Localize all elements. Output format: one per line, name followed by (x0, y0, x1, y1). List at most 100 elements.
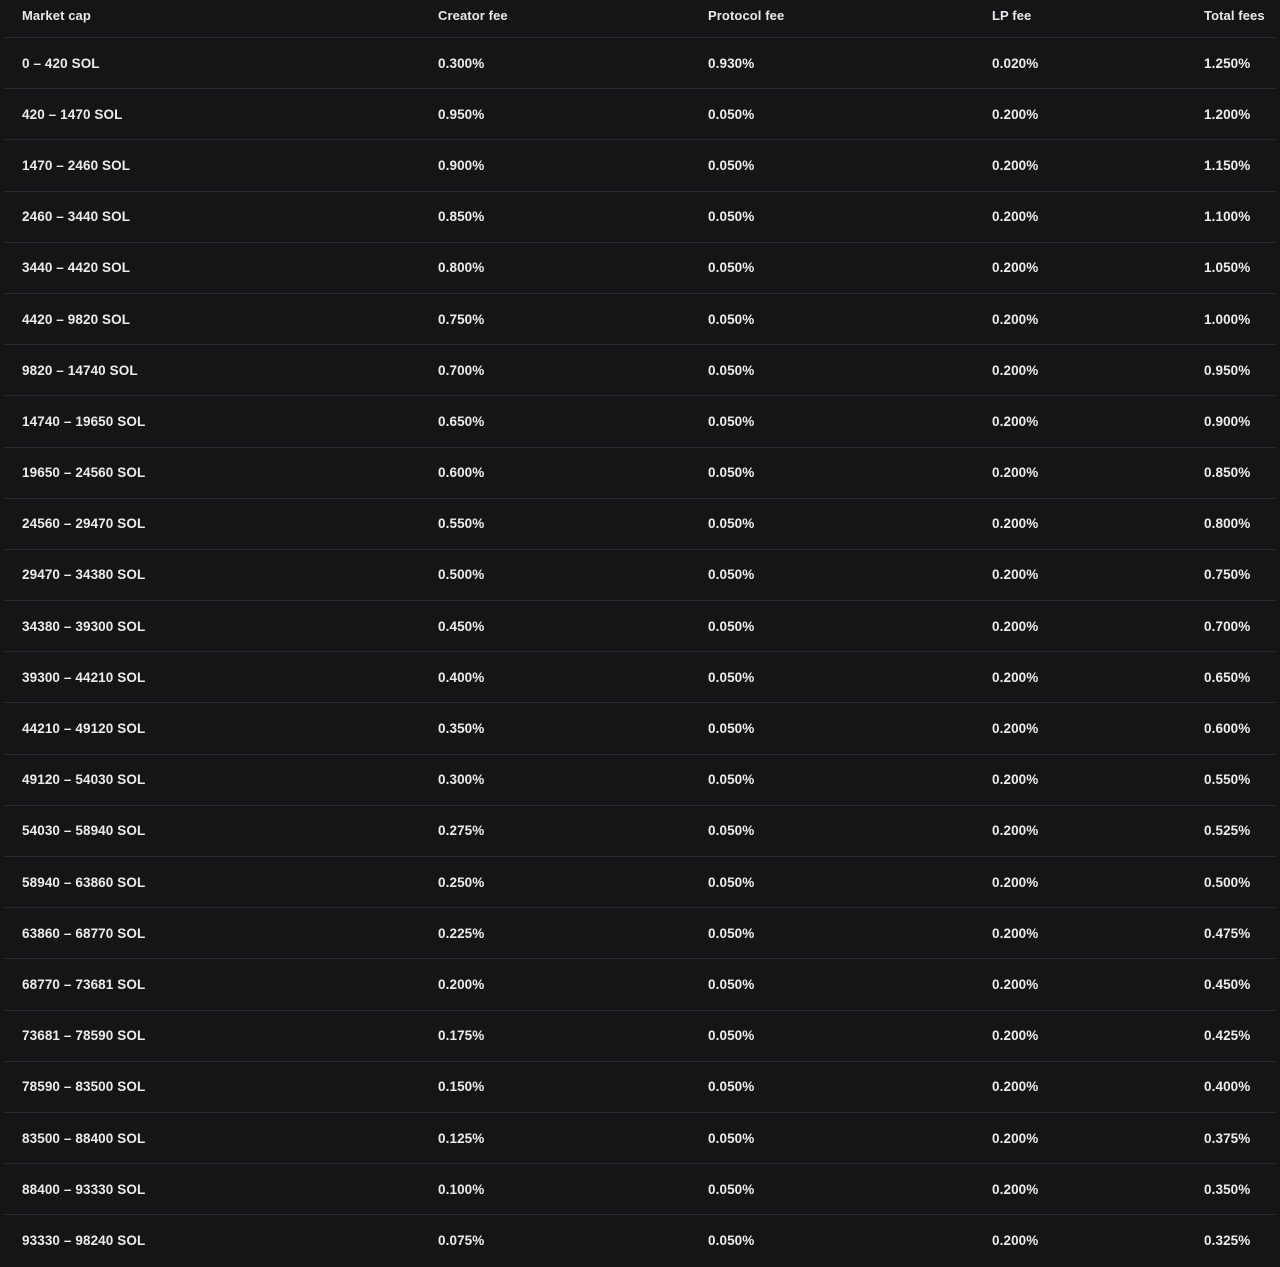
creator-fee-cell: 0.450% (438, 618, 485, 634)
lp-fee-cell: 0.200% (992, 1028, 1039, 1044)
market-cap-cell: 29470 – 34380 SOL (22, 567, 146, 583)
protocol-fee-cell: 0.050% (708, 1181, 755, 1197)
creator-fee-cell: 0.350% (438, 721, 485, 737)
total-fees-cell: 0.700% (1204, 618, 1251, 634)
creator-fee-cell: 0.100% (438, 1181, 485, 1197)
header-lp-fee: LP fee (992, 8, 1032, 23)
table-row: 420 – 1470 SOL 0.950% 0.050% 0.200% 1.200% (4, 89, 1276, 141)
total-fees-cell: 0.350% (1204, 1181, 1251, 1197)
table-row: 4420 – 9820 SOL 0.750% 0.050% 0.200% 1.000% (4, 294, 1276, 346)
table-header: Market cap Creator fee Protocol fee LP f… (4, 0, 1276, 38)
protocol-fee-cell: 0.050% (708, 567, 755, 583)
market-cap-cell: 2460 – 3440 SOL (22, 209, 131, 225)
table-row: 68770 – 73681 SOL 0.200% 0.050% 0.200% 0.450… (4, 959, 1276, 1011)
table-row: 88400 – 93330 SOL 0.100% 0.050% 0.200% 0.350… (4, 1164, 1276, 1216)
creator-fee-cell: 0.750% (438, 311, 485, 327)
total-fees-cell: 0.500% (1204, 874, 1251, 890)
creator-fee-cell: 0.075% (438, 1233, 485, 1249)
total-fees-cell: 0.850% (1204, 465, 1251, 481)
total-fees-cell: 0.950% (1204, 362, 1251, 378)
market-cap-cell: 3440 – 4420 SOL (22, 260, 131, 276)
lp-fee-cell: 0.200% (992, 362, 1039, 378)
protocol-fee-cell: 0.050% (708, 465, 755, 481)
protocol-fee-cell: 0.050% (708, 209, 755, 225)
table-row: 0 – 420 SOL 0.300% 0.930% 0.020% 1.250% (4, 38, 1276, 90)
creator-fee-cell: 0.175% (438, 1028, 485, 1044)
table-row: 9820 – 14740 SOL 0.700% 0.050% 0.200% 0.950% (4, 345, 1276, 397)
protocol-fee-cell: 0.050% (708, 976, 755, 992)
table-row: 63860 – 68770 SOL 0.225% 0.050% 0.200% 0.475… (4, 908, 1276, 960)
total-fees-cell: 1.100% (1204, 209, 1251, 225)
lp-fee-cell: 0.200% (992, 516, 1039, 532)
protocol-fee-cell: 0.050% (708, 1079, 755, 1095)
lp-fee-cell: 0.200% (992, 772, 1039, 788)
market-cap-cell: 24560 – 29470 SOL (22, 516, 146, 532)
total-fees-cell: 0.400% (1204, 1079, 1251, 1095)
protocol-fee-cell: 0.050% (708, 311, 755, 327)
market-cap-cell: 1470 – 2460 SOL (22, 157, 131, 173)
creator-fee-cell: 0.225% (438, 925, 485, 941)
lp-fee-cell: 0.200% (992, 413, 1039, 429)
market-cap-cell: 9820 – 14740 SOL (22, 362, 138, 378)
lp-fee-cell: 0.200% (992, 823, 1039, 839)
market-cap-cell: 93330 – 98240 SOL (22, 1233, 146, 1249)
lp-fee-cell: 0.200% (992, 618, 1039, 634)
header-total-fees: Total fees (1204, 8, 1265, 23)
total-fees-cell: 0.425% (1204, 1028, 1251, 1044)
creator-fee-cell: 0.400% (438, 669, 485, 685)
protocol-fee-cell: 0.050% (708, 516, 755, 532)
total-fees-cell: 0.550% (1204, 772, 1251, 788)
table-row: 39300 – 44210 SOL 0.400% 0.050% 0.200% 0.650… (4, 652, 1276, 704)
lp-fee-cell: 0.200% (992, 1233, 1039, 1249)
protocol-fee-cell: 0.050% (708, 260, 755, 276)
market-cap-cell: 73681 – 78590 SOL (22, 1028, 146, 1044)
creator-fee-cell: 0.300% (438, 55, 485, 71)
table-row: 83500 – 88400 SOL 0.125% 0.050% 0.200% 0.375… (4, 1113, 1276, 1165)
lp-fee-cell: 0.200% (992, 925, 1039, 941)
table-row: 29470 – 34380 SOL 0.500% 0.050% 0.200% 0.750… (4, 550, 1276, 602)
lp-fee-cell: 0.200% (992, 669, 1039, 685)
lp-fee-cell: 0.200% (992, 567, 1039, 583)
lp-fee-cell: 0.200% (992, 1181, 1039, 1197)
protocol-fee-cell: 0.050% (708, 1233, 755, 1249)
total-fees-cell: 0.750% (1204, 567, 1251, 583)
total-fees-cell: 0.600% (1204, 721, 1251, 737)
lp-fee-cell: 0.200% (992, 157, 1039, 173)
creator-fee-cell: 0.700% (438, 362, 485, 378)
protocol-fee-cell: 0.050% (708, 157, 755, 173)
protocol-fee-cell: 0.050% (708, 106, 755, 122)
creator-fee-cell: 0.550% (438, 516, 485, 532)
creator-fee-cell: 0.150% (438, 1079, 485, 1095)
total-fees-cell: 1.000% (1204, 311, 1251, 327)
table-row: 14740 – 19650 SOL 0.650% 0.050% 0.200% 0.900… (4, 396, 1276, 448)
protocol-fee-cell: 0.050% (708, 669, 755, 685)
market-cap-cell: 4420 – 9820 SOL (22, 311, 131, 327)
market-cap-cell: 68770 – 73681 SOL (22, 976, 146, 992)
lp-fee-cell: 0.200% (992, 874, 1039, 890)
total-fees-cell: 1.150% (1204, 157, 1251, 173)
market-cap-cell: 88400 – 93330 SOL (22, 1181, 146, 1197)
protocol-fee-cell: 0.050% (708, 413, 755, 429)
market-cap-cell: 78590 – 83500 SOL (22, 1079, 146, 1095)
table-row: 2460 – 3440 SOL 0.850% 0.050% 0.200% 1.100% (4, 192, 1276, 243)
table-row: 24560 – 29470 SOL 0.550% 0.050% 0.200% 0.800… (4, 499, 1276, 550)
creator-fee-cell: 0.950% (438, 106, 485, 122)
total-fees-cell: 1.200% (1204, 106, 1251, 122)
creator-fee-cell: 0.275% (438, 823, 485, 839)
header-market-cap: Market cap (22, 8, 91, 23)
lp-fee-cell: 0.200% (992, 106, 1039, 122)
market-cap-cell: 63860 – 68770 SOL (22, 925, 146, 941)
total-fees-cell: 1.250% (1204, 55, 1251, 71)
fee-table: Market cap Creator fee Protocol fee LP f… (0, 0, 1280, 1267)
protocol-fee-cell: 0.050% (708, 1028, 755, 1044)
protocol-fee-cell: 0.050% (708, 1130, 755, 1146)
creator-fee-cell: 0.800% (438, 260, 485, 276)
creator-fee-cell: 0.600% (438, 465, 485, 481)
market-cap-cell: 0 – 420 SOL (22, 55, 100, 71)
creator-fee-cell: 0.300% (438, 772, 485, 788)
lp-fee-cell: 0.200% (992, 260, 1039, 276)
protocol-fee-cell: 0.050% (708, 874, 755, 890)
total-fees-cell: 0.525% (1204, 823, 1251, 839)
lp-fee-cell: 0.200% (992, 465, 1039, 481)
total-fees-cell: 0.475% (1204, 925, 1251, 941)
